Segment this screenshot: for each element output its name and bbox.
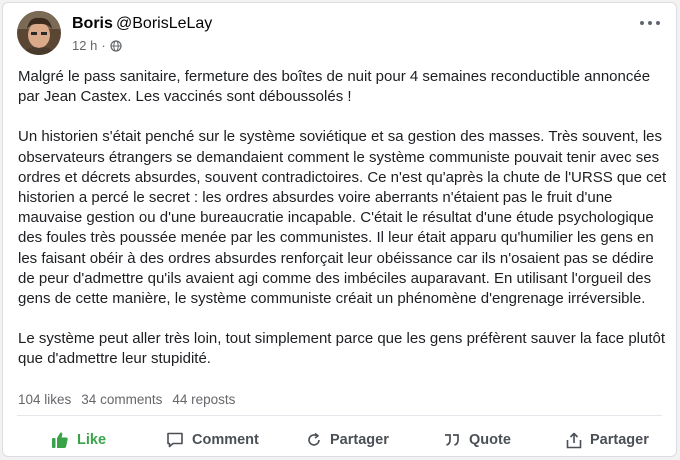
avatar-image bbox=[17, 11, 61, 55]
post-card: Boris @BorisLeLay 12 h · Malgré le pass … bbox=[2, 2, 677, 457]
post-paragraph: Un historien s'était penché sur le systè… bbox=[18, 128, 667, 308]
post-paragraph: Malgré le pass sanitaire, fermeture des … bbox=[18, 68, 651, 106]
repost-button[interactable]: Partager bbox=[306, 423, 389, 457]
meta-separator: · bbox=[101, 38, 106, 53]
post-time[interactable]: 12 h bbox=[72, 38, 97, 53]
post-body: Malgré le pass sanitaire, fermeture des … bbox=[18, 67, 668, 370]
comments-count[interactable]: 34 comments bbox=[81, 392, 162, 407]
repost-arrow-icon bbox=[308, 432, 320, 446]
likes-count[interactable]: 104 likes bbox=[18, 392, 71, 407]
comment-bubble-icon bbox=[167, 432, 183, 448]
avatar[interactable] bbox=[17, 11, 61, 55]
author-name[interactable]: Boris bbox=[72, 15, 113, 33]
share-upload-icon bbox=[566, 432, 582, 448]
post-meta: 12 h · bbox=[72, 38, 122, 53]
comment-button[interactable]: Comment bbox=[166, 423, 259, 457]
like-label: Like bbox=[77, 432, 107, 448]
more-dots-icon[interactable] bbox=[640, 17, 660, 29]
thumbs-up-icon bbox=[52, 432, 68, 448]
like-button[interactable]: Like bbox=[51, 423, 106, 457]
author-handle[interactable]: @BorisLeLay bbox=[116, 15, 212, 33]
quote-label: Quote bbox=[469, 432, 511, 448]
action-bar: Like Comment Partager Quote Partager bbox=[3, 423, 678, 457]
quote-marks-icon bbox=[445, 434, 459, 446]
post-stats: 104 likes 34 comments 44 reposts bbox=[18, 392, 235, 407]
divider bbox=[17, 415, 662, 416]
post-paragraph: Le système peut aller très loin, tout si… bbox=[18, 330, 666, 368]
reposts-count[interactable]: 44 reposts bbox=[172, 392, 235, 407]
globe-icon bbox=[110, 39, 122, 52]
quote-button[interactable]: Quote bbox=[443, 423, 511, 457]
comment-label: Comment bbox=[192, 432, 259, 448]
share-label: Partager bbox=[590, 432, 649, 448]
share-button[interactable]: Partager bbox=[566, 423, 649, 457]
repost-label: Partager bbox=[330, 432, 389, 448]
